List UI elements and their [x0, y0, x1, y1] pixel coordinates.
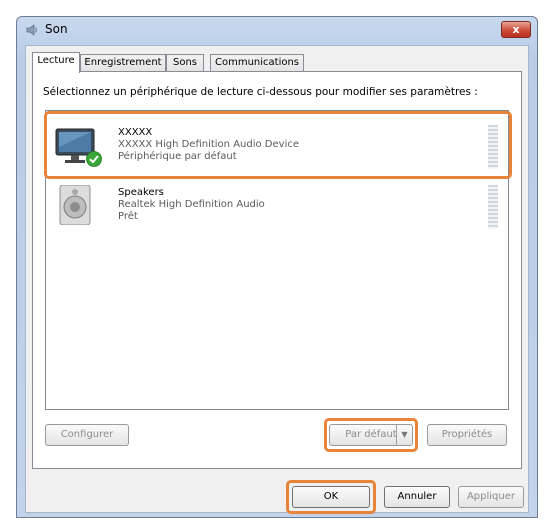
window-title: Son [45, 22, 68, 36]
playback-panel: Sélectionnez un périphérique de lecture … [32, 71, 522, 469]
instruction-text: Sélectionnez un périphérique de lecture … [43, 86, 478, 98]
properties-button[interactable]: Propriétés [427, 424, 507, 446]
device-status: Prêt [118, 211, 138, 222]
tab-communications[interactable]: Communications [210, 54, 304, 72]
speaker-icon [59, 185, 91, 225]
device-name: Speakers [118, 187, 164, 198]
sound-dialog: Son x Lecture Enregistrement Sons Commun… [16, 16, 538, 518]
set-default-highlight [324, 418, 418, 452]
close-icon: x [512, 23, 520, 36]
cancel-button[interactable]: Annuler [384, 486, 450, 508]
tab-enregistrement[interactable]: Enregistrement [80, 54, 166, 72]
device-list[interactable]: XXXXX XXXXX High Definition Audio Device… [44, 110, 512, 410]
apply-button[interactable]: Appliquer [458, 486, 524, 508]
dialog-body: Lecture Enregistrement Sons Communicatio… [25, 45, 529, 514]
volume-meter [488, 185, 498, 229]
device-item[interactable]: Speakers Realtek High Definition Audio P… [46, 177, 508, 237]
close-button[interactable]: x [501, 21, 531, 38]
device-description: Realtek High Definition Audio [118, 199, 265, 210]
speaker-icon [26, 24, 37, 36]
selected-device-highlight [44, 111, 512, 179]
title-bar[interactable]: Son x [17, 17, 537, 43]
configure-button[interactable]: Configurer [45, 424, 129, 446]
tab-lecture[interactable]: Lecture [32, 52, 80, 73]
ok-highlight [286, 480, 376, 514]
tab-sons[interactable]: Sons [166, 54, 204, 72]
